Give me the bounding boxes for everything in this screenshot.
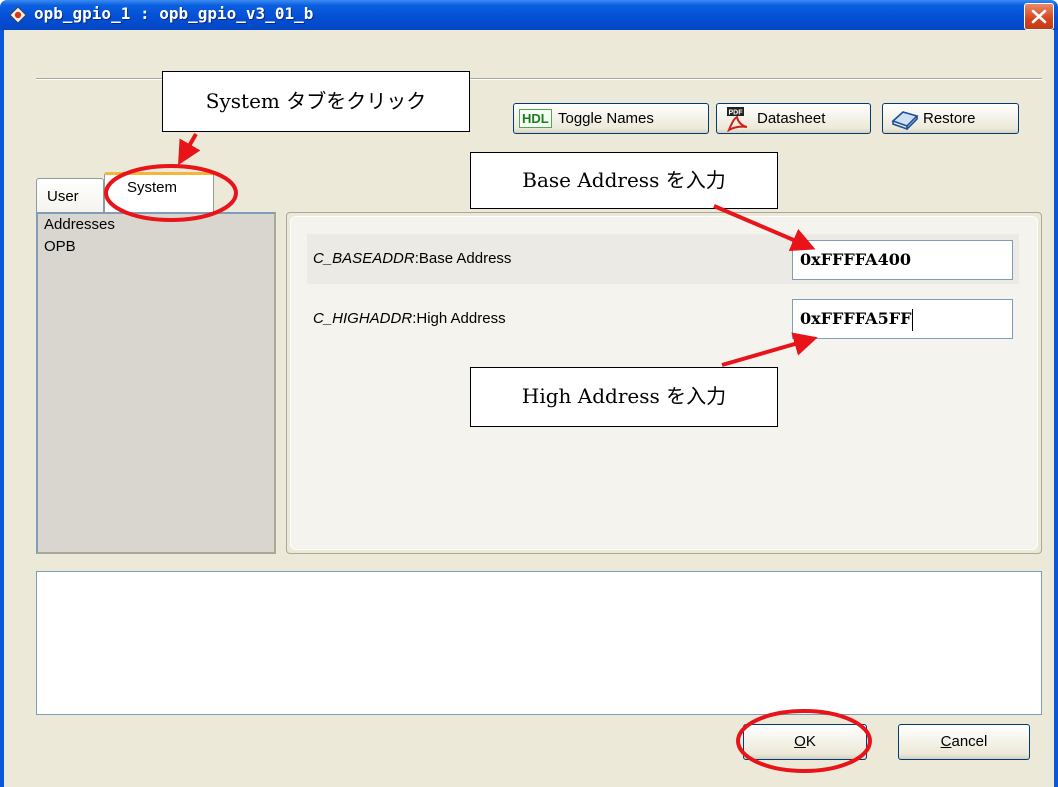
close-icon	[1031, 9, 1047, 24]
high-address-param-desc: :High Address	[412, 310, 506, 327]
restore-label: Restore	[923, 110, 976, 127]
cancel-label-rest: ancel	[951, 733, 988, 750]
restore-icon	[891, 111, 919, 131]
category-opb[interactable]: OPB	[44, 238, 76, 255]
gear-app-icon	[9, 6, 27, 24]
tab-system-label: System	[127, 179, 178, 196]
description-box	[36, 571, 1042, 715]
close-button[interactable]	[1024, 3, 1054, 30]
restore-button[interactable]: Restore	[882, 103, 1019, 134]
tab-system[interactable]: System	[104, 172, 214, 214]
high-address-param-name: C_HIGHADDR	[313, 310, 413, 327]
title-bar: opb_gpio_1 : opb_gpio_v3_01_b	[0, 0, 1058, 30]
text-caret	[912, 308, 914, 331]
toggle-names-button[interactable]: HDL Toggle Names	[513, 103, 709, 134]
category-list: Addresses OPB	[36, 212, 276, 554]
cancel-button[interactable]: Cancel	[898, 724, 1030, 760]
datasheet-label: Datasheet	[757, 110, 826, 127]
high-address-label: C_HIGHADDR:High Address	[313, 310, 506, 327]
base-address-input[interactable]: 0xFFFFA400	[792, 240, 1013, 280]
callout-base-address: Base Address を入力	[470, 152, 778, 209]
high-address-value: 0xFFFFA5FF	[800, 309, 912, 328]
svg-text:PDF: PDF	[729, 110, 744, 117]
tab-user[interactable]: User	[36, 178, 104, 213]
cancel-mnemonic: C	[940, 733, 952, 750]
callout-system-tab: System タブをクリック	[162, 71, 470, 132]
high-address-input[interactable]: 0xFFFFA5FF	[792, 299, 1013, 339]
toggle-names-label: Toggle Names	[558, 110, 654, 127]
window-title: opb_gpio_1 : opb_gpio_v3_01_b	[34, 4, 314, 23]
ok-button[interactable]: OK	[743, 724, 867, 760]
base-address-label: C_BASEADDR:Base Address	[313, 250, 511, 267]
pdf-icon: PDF	[727, 107, 748, 132]
hdl-icon: HDL	[519, 109, 552, 128]
base-address-value: 0xFFFFA400	[800, 250, 911, 269]
tab-user-label: User	[47, 188, 79, 205]
datasheet-button[interactable]: PDF Datasheet	[716, 103, 871, 134]
callout-high-address: High Address を入力	[470, 367, 778, 427]
base-address-param-name: C_BASEADDR	[313, 250, 415, 267]
ok-mnemonic: O	[794, 733, 806, 750]
category-addresses[interactable]: Addresses	[44, 216, 115, 233]
base-address-param-desc: :Base Address	[414, 250, 512, 267]
ok-label-rest: K	[805, 733, 816, 750]
